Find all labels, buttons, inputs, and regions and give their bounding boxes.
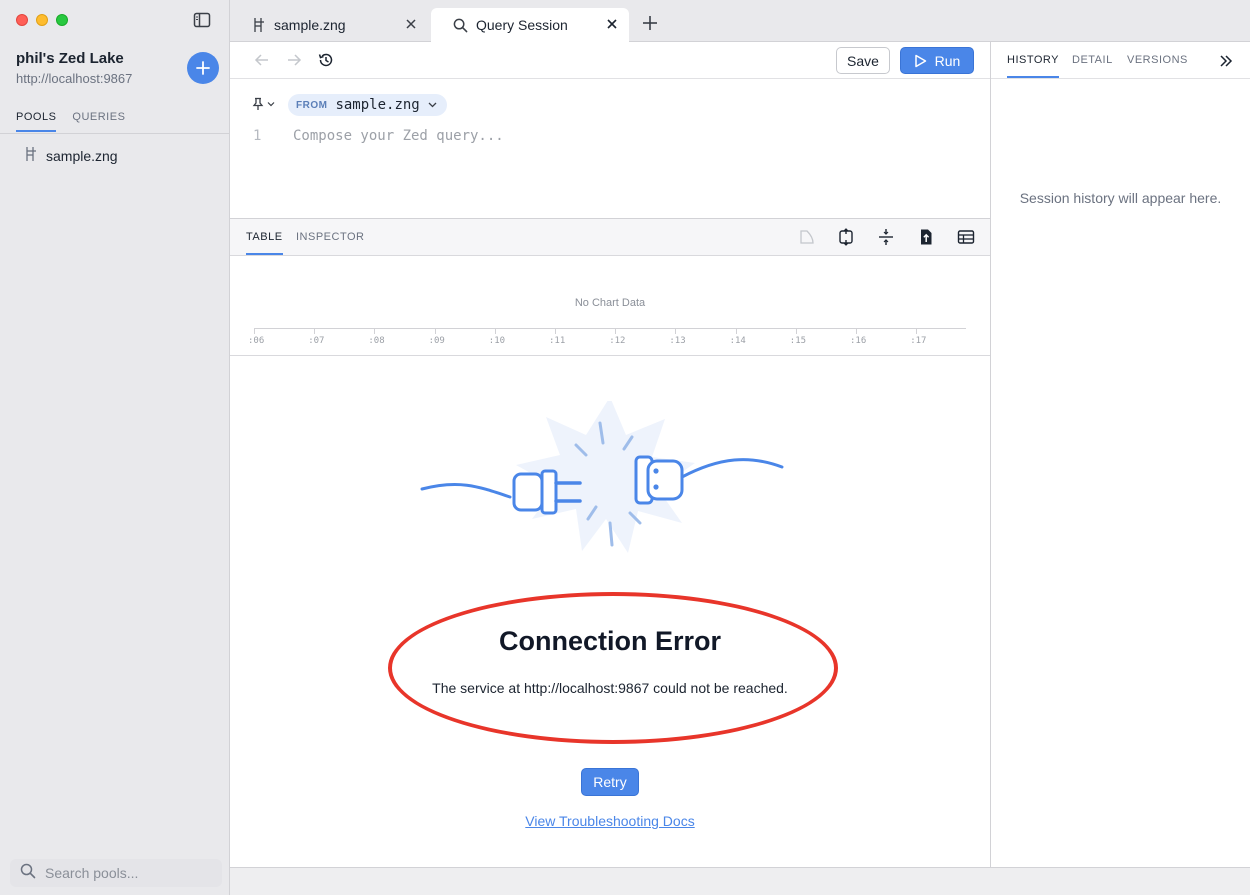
- collapse-icon[interactable]: [877, 228, 895, 246]
- chart-tick-label: :07: [308, 336, 325, 346]
- chart-tick-label: :11: [549, 336, 566, 346]
- play-icon: [914, 54, 926, 67]
- chart-tick: [254, 328, 255, 334]
- pool-name: sample.zng: [46, 147, 118, 164]
- highlight-ring-annotation: [388, 592, 838, 744]
- tab-pools[interactable]: POOLS: [16, 111, 57, 132]
- chart-tick: [434, 328, 436, 334]
- lake-name: phil's Zed Lake: [16, 50, 124, 67]
- chart-tick: [795, 328, 797, 334]
- history-empty-message: Session history will appear here.: [1019, 190, 1222, 206]
- search-input[interactable]: [45, 865, 205, 881]
- from-pool-chip[interactable]: FROM sample.zng: [288, 94, 447, 116]
- export-file-icon[interactable]: [917, 228, 935, 246]
- chevron-down-icon: [267, 102, 275, 107]
- tab-bar: sample.zng Query Session: [230, 0, 1250, 42]
- pin-menu[interactable]: [252, 97, 275, 111]
- run-label: Run: [934, 52, 961, 69]
- error-message: The service at http://localhost:9867 cou…: [432, 680, 788, 696]
- query-input-placeholder: Compose your Zed query...: [293, 128, 504, 144]
- window-controls: [16, 14, 68, 26]
- sidebar-toggle-icon[interactable]: [193, 12, 213, 30]
- close-icon[interactable]: [605, 17, 619, 31]
- shapes-icon[interactable]: [798, 228, 816, 246]
- lake-url: http://localhost:9867: [16, 71, 133, 86]
- close-icon[interactable]: [404, 17, 418, 31]
- expand-icon[interactable]: [837, 228, 855, 246]
- chart-tick-label: :09: [428, 336, 445, 346]
- chart-tick: [615, 328, 617, 334]
- chart-tick-label: :14: [729, 336, 746, 346]
- results-tabs: TABLE INSPECTOR: [230, 219, 990, 256]
- chart-tick: [494, 328, 496, 334]
- tab-label: Query Session: [476, 17, 568, 33]
- chart-tick-label: :12: [609, 336, 626, 346]
- chart-tick-label: :06: [248, 336, 265, 346]
- pool-icon: [252, 17, 266, 33]
- add-pool-button[interactable]: [187, 52, 219, 84]
- tab-label: sample.zng: [274, 17, 346, 33]
- zoom-window-button[interactable]: [56, 14, 68, 26]
- tab-versions[interactable]: VERSIONS: [1127, 54, 1188, 66]
- right-pane-tabs: HISTORY DETAIL VERSIONS: [991, 42, 1250, 79]
- history-icon[interactable]: [317, 51, 335, 74]
- from-label: FROM: [296, 99, 328, 111]
- table-columns-icon[interactable]: [957, 228, 975, 246]
- search-icon: [20, 863, 36, 884]
- line-number: 1: [253, 128, 262, 144]
- search-icon: [453, 18, 468, 33]
- unplugged-illustration: [420, 397, 800, 561]
- close-window-button[interactable]: [16, 14, 28, 26]
- chart-tick-label: :16: [850, 336, 867, 346]
- tab-query-session[interactable]: Query Session: [431, 8, 629, 42]
- tab-detail[interactable]: DETAIL: [1072, 54, 1113, 66]
- chart-tick: [856, 328, 857, 334]
- tab-inspector[interactable]: INSPECTOR: [296, 231, 364, 243]
- no-chart-data-label: No Chart Data: [574, 297, 646, 309]
- query-editor[interactable]: FROM sample.zng 1 Compose your Zed query…: [230, 79, 990, 219]
- error-panel: Connection Error The service at http://l…: [230, 356, 990, 867]
- troubleshooting-docs-link[interactable]: View Troubleshooting Docs: [230, 813, 990, 829]
- chart-tick-label: :13: [669, 336, 686, 346]
- plus-icon: [196, 61, 210, 75]
- tab-sample-zng[interactable]: sample.zng: [242, 8, 428, 42]
- save-button[interactable]: Save: [836, 47, 890, 74]
- histogram-chart: No Chart Data :06 :07 :08 :09 :10 :11 :12 :13 :1…: [230, 256, 990, 356]
- tab-history[interactable]: HISTORY: [1007, 54, 1059, 78]
- chart-tick-label: :17: [910, 336, 927, 346]
- status-bar: [230, 867, 1250, 895]
- sidebar-tabs: POOLS QUERIES: [16, 111, 125, 132]
- new-tab-plus-icon[interactable]: [642, 15, 658, 31]
- chevron-down-icon: [428, 102, 437, 108]
- chart-tick-label: :15: [789, 336, 807, 346]
- minimize-window-button[interactable]: [36, 14, 48, 26]
- forward-arrow-icon[interactable]: [286, 52, 302, 73]
- from-pool-name: sample.zng: [335, 97, 420, 113]
- chart-tick: [555, 328, 556, 334]
- chart-tick-label: :08: [368, 336, 385, 346]
- pool-icon: [24, 146, 38, 165]
- pin-icon: [252, 97, 264, 110]
- chart-tick: [374, 328, 376, 334]
- chart-tick: [675, 328, 677, 334]
- pool-search: [10, 859, 222, 887]
- query-toolbar: Save Run: [230, 42, 990, 79]
- sidebar: phil's Zed Lake http://localhost:9867 PO…: [0, 0, 230, 895]
- error-title: Connection Error: [498, 626, 721, 656]
- tab-table[interactable]: TABLE: [246, 231, 283, 255]
- chart-tick: [314, 328, 316, 334]
- chart-tick: [916, 328, 918, 334]
- double-chevron-right-icon[interactable]: [1218, 53, 1234, 69]
- divider: [0, 133, 229, 134]
- back-arrow-icon[interactable]: [254, 52, 270, 73]
- right-pane: HISTORY DETAIL VERSIONS Session history …: [990, 42, 1250, 867]
- chart-tick-label: :10: [488, 336, 506, 346]
- run-button[interactable]: Run: [900, 47, 974, 74]
- chart-tick: [735, 328, 737, 334]
- sidebar-item-pool[interactable]: sample.zng: [24, 146, 118, 165]
- retry-button[interactable]: Retry: [581, 768, 639, 796]
- chart-axis: [254, 328, 966, 329]
- tab-queries[interactable]: QUERIES: [72, 111, 125, 132]
